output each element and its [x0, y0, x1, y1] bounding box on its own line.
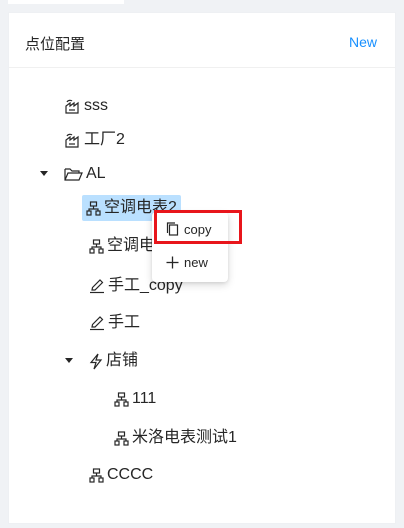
thunderbolt-icon — [89, 353, 103, 370]
cluster-icon — [89, 467, 104, 483]
panel-header: 点位配置 New — [9, 13, 395, 68]
cluster-icon — [114, 391, 129, 407]
tree-node-milo-meter-test[interactable]: 米洛电表测试1 — [114, 425, 237, 451]
context-menu: copy new — [152, 212, 228, 282]
tree-node-label: 米洛电表测试1 — [132, 429, 237, 446]
edit-icon — [89, 315, 105, 331]
panel-title: 点位配置 — [25, 36, 86, 53]
cluster-icon — [114, 430, 129, 446]
tree-node-label: sss — [84, 97, 108, 114]
menu-item-new[interactable]: new — [152, 247, 228, 277]
factory-icon — [64, 98, 81, 115]
tree-node-label: 店铺 — [106, 352, 139, 369]
tree-node-label: CCCC — [107, 466, 154, 483]
copy-icon — [166, 222, 179, 236]
tree-node-111[interactable]: 111 — [114, 386, 156, 412]
folder-open-icon — [64, 166, 83, 182]
tree-node-label: AL — [86, 165, 106, 182]
factory-icon — [64, 132, 81, 149]
tree-node-cccc[interactable]: CCCC — [89, 462, 153, 488]
tree-node-sss[interactable]: sss — [64, 93, 108, 119]
menu-item-label: new — [184, 254, 208, 270]
cluster-icon — [89, 238, 104, 254]
menu-item-copy[interactable]: copy — [152, 214, 228, 244]
tree-node-label: 手工 — [108, 314, 141, 331]
menu-item-label: copy — [184, 221, 212, 237]
tree-node-label: 111 — [132, 390, 157, 407]
tree-node-factory2[interactable]: 工厂2 — [64, 127, 125, 153]
tree-node-al[interactable]: AL — [64, 161, 106, 187]
new-button[interactable]: New — [349, 34, 377, 50]
tree-node-manual[interactable]: 手工 — [89, 310, 140, 336]
tree-node-label: 工厂2 — [84, 131, 125, 148]
caret-down-icon[interactable] — [37, 167, 51, 181]
top-tab — [8, 0, 124, 4]
cluster-icon — [86, 200, 101, 216]
edit-icon — [89, 278, 105, 294]
tree-node-store[interactable]: 店铺 — [89, 348, 138, 374]
caret-down-icon[interactable] — [62, 354, 76, 368]
plus-icon — [166, 256, 179, 269]
